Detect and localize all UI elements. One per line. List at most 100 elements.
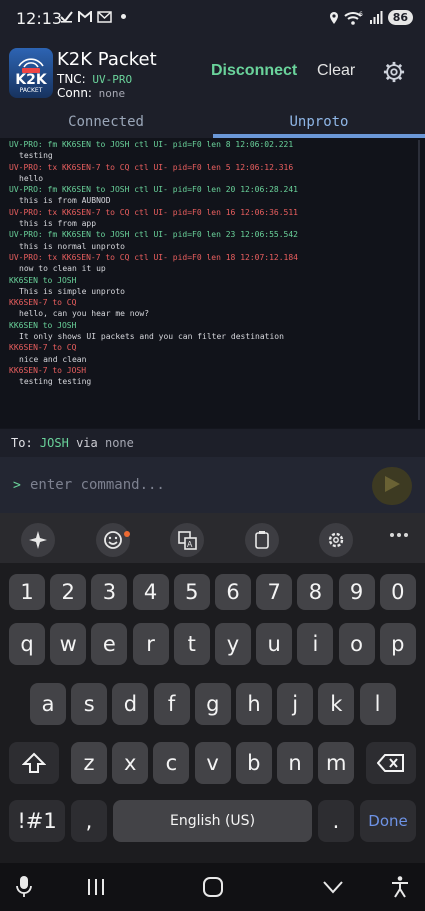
key-7[interactable]: 7 bbox=[256, 574, 293, 610]
key-p[interactable]: p bbox=[379, 623, 416, 665]
command-input[interactable] bbox=[30, 474, 350, 496]
disconnect-button[interactable]: Disconnect bbox=[211, 62, 297, 80]
log-message: testing testing bbox=[19, 377, 92, 387]
conn-label: Conn: bbox=[57, 86, 92, 100]
app-title: K2K Packet bbox=[57, 49, 157, 70]
key-m[interactable]: m bbox=[318, 742, 355, 784]
antenna-icon bbox=[18, 58, 44, 73]
tnc-label: TNC: bbox=[57, 72, 86, 86]
backspace-key[interactable] bbox=[366, 742, 416, 784]
key-i[interactable]: i bbox=[297, 623, 334, 665]
log-message: hello, can you hear me now? bbox=[19, 309, 150, 319]
mic-icon[interactable] bbox=[14, 875, 34, 899]
period-key[interactable]: . bbox=[318, 800, 354, 842]
svg-text:A: A bbox=[187, 540, 193, 549]
settings-gear-icon[interactable] bbox=[383, 61, 405, 83]
key-3[interactable]: 3 bbox=[91, 574, 128, 610]
key-v[interactable]: v bbox=[194, 742, 231, 784]
key-n[interactable]: n bbox=[277, 742, 313, 784]
symbols-key[interactable]: !#1 bbox=[9, 800, 65, 842]
translate-icon[interactable]: A bbox=[170, 523, 204, 557]
key-h[interactable]: h bbox=[236, 683, 272, 725]
command-prompt: > bbox=[13, 478, 21, 493]
shift-icon bbox=[21, 752, 47, 773]
back-icon[interactable] bbox=[322, 875, 344, 899]
dot-icon bbox=[121, 14, 126, 19]
accessibility-icon[interactable] bbox=[390, 875, 410, 899]
key-g[interactable]: g bbox=[194, 683, 231, 725]
key-c[interactable]: c bbox=[153, 742, 190, 784]
key-2[interactable]: 2 bbox=[50, 574, 87, 610]
destination-bar[interactable]: To: JOSH via none bbox=[0, 429, 425, 457]
key-f[interactable]: f bbox=[153, 683, 190, 725]
status-bar: 12:13 6 86 bbox=[0, 0, 425, 40]
key-q[interactable]: q bbox=[9, 623, 45, 665]
more-icon[interactable] bbox=[390, 533, 408, 539]
log-header: UV-PRO: tx KK6SEN-7 to CQ ctl UI- pid=F0… bbox=[9, 252, 298, 262]
comma-key[interactable]: , bbox=[71, 800, 107, 842]
key-o[interactable]: o bbox=[338, 623, 375, 665]
key-0[interactable]: 0 bbox=[379, 574, 416, 610]
key-w[interactable]: w bbox=[50, 623, 87, 665]
key-6[interactable]: 6 bbox=[215, 574, 251, 610]
space-bar[interactable]: English (US) bbox=[113, 800, 312, 842]
log-message: This is simple unproto bbox=[19, 286, 125, 296]
app-header: K2K PACKET K2K Packet TNC: UV-PRO Conn: … bbox=[0, 40, 425, 108]
sparkle-icon[interactable] bbox=[21, 523, 55, 557]
key-l[interactable]: l bbox=[359, 683, 396, 725]
app-logo: K2K PACKET bbox=[9, 48, 53, 98]
key-5[interactable]: 5 bbox=[173, 574, 210, 610]
clear-button[interactable]: Clear bbox=[317, 62, 355, 80]
key-b[interactable]: b bbox=[235, 742, 272, 784]
key-4[interactable]: 4 bbox=[132, 574, 169, 610]
key-z[interactable]: z bbox=[71, 742, 107, 784]
check-icon bbox=[60, 11, 73, 23]
send-icon bbox=[385, 476, 400, 492]
battery-icon: 86 bbox=[387, 10, 413, 25]
to-label: To: bbox=[11, 436, 33, 450]
log-message: this is normal unproto bbox=[19, 241, 125, 251]
settings-icon[interactable] bbox=[319, 523, 353, 557]
key-r[interactable]: r bbox=[132, 623, 169, 665]
key-a[interactable]: a bbox=[30, 683, 66, 725]
message-log[interactable]: UV-PRO: fm KK6SEN to JOSH ctl UI- pid=F0… bbox=[0, 138, 425, 428]
key-k[interactable]: k bbox=[318, 683, 355, 725]
home-icon[interactable] bbox=[202, 875, 224, 899]
backspace-icon bbox=[376, 754, 404, 772]
log-scrollbar[interactable] bbox=[418, 140, 420, 420]
shift-key[interactable] bbox=[9, 742, 59, 784]
key-e[interactable]: e bbox=[91, 623, 128, 665]
key-d[interactable]: d bbox=[112, 683, 149, 725]
location-icon bbox=[329, 11, 338, 24]
tab-unproto[interactable]: Unproto bbox=[213, 114, 425, 130]
command-bar: > bbox=[0, 457, 425, 513]
mail-icon bbox=[97, 10, 112, 23]
tnc-value: UV-PRO bbox=[92, 73, 133, 86]
via-label: via bbox=[76, 436, 98, 450]
emoji-icon[interactable] bbox=[96, 523, 130, 557]
to-destination: JOSH bbox=[39, 436, 69, 450]
navigation-bar bbox=[0, 863, 425, 911]
key-1[interactable]: 1 bbox=[9, 574, 45, 610]
key-y[interactable]: y bbox=[215, 623, 251, 665]
done-key[interactable]: Done bbox=[360, 800, 416, 842]
key-8[interactable]: 8 bbox=[297, 574, 334, 610]
clipboard-icon[interactable] bbox=[245, 523, 279, 557]
tab-connected[interactable]: Connected bbox=[0, 114, 212, 130]
svg-text:6: 6 bbox=[359, 11, 363, 18]
key-9[interactable]: 9 bbox=[338, 574, 375, 610]
log-message: testing bbox=[19, 151, 53, 161]
log-message: now to clean it up bbox=[19, 264, 106, 274]
key-t[interactable]: t bbox=[173, 623, 210, 665]
recents-icon[interactable] bbox=[86, 875, 106, 899]
key-u[interactable]: u bbox=[256, 623, 293, 665]
key-x[interactable]: x bbox=[112, 742, 149, 784]
send-button[interactable] bbox=[372, 467, 412, 505]
log-header: UV-PRO: fm KK6SEN to JOSH ctl UI- pid=F0… bbox=[9, 140, 294, 149]
log-message: this is from app bbox=[19, 219, 97, 229]
log-header: UV-PRO: tx KK6SEN-7 to CQ ctl UI- pid=F0… bbox=[9, 162, 294, 172]
key-j[interactable]: j bbox=[277, 683, 314, 725]
notification-icons bbox=[60, 10, 126, 23]
key-s[interactable]: s bbox=[71, 683, 108, 725]
log-header: KK6SEN-7 to CQ bbox=[9, 343, 77, 353]
